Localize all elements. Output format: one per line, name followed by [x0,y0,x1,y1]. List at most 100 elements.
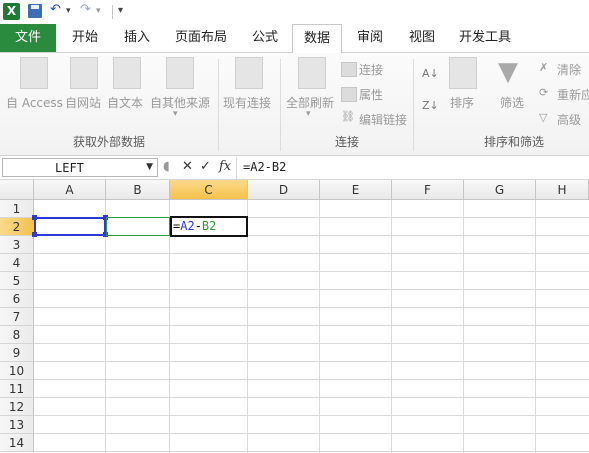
sort-desc-icon[interactable]: Z↓ [422,99,439,112]
column-header-h[interactable]: H [536,180,589,200]
undo-dropdown-icon[interactable]: ▾ [66,6,71,16]
cell-a2-reference-highlight[interactable] [34,217,106,236]
column-header-c[interactable]: C [170,180,248,200]
properties-button[interactable]: 属性 [359,86,383,103]
enter-entry-icon[interactable]: ✓ [200,159,211,174]
cell-b2-reference-highlight[interactable] [106,217,170,236]
from-web-button[interactable]: 自网站 [65,94,101,111]
sort-button[interactable]: 排序 [450,94,474,111]
sort-asc-icon[interactable]: A↓ [422,67,439,80]
select-all-corner[interactable] [0,180,34,200]
edit-links-button[interactable]: 编辑链接 [359,111,407,128]
customize-toolbar-icon[interactable]: ▾ [118,5,123,16]
properties-icon [341,87,357,102]
formula-token: A2 [180,219,195,233]
clear-button[interactable]: 清除 [557,61,581,78]
gridline [34,343,589,344]
column-header-d[interactable]: D [248,180,320,200]
row-header-7[interactable]: 7 [0,308,34,326]
filter-button[interactable]: 筛选 [500,94,524,111]
access-db-icon [20,57,48,89]
row-header-8[interactable]: 8 [0,326,34,344]
row-header-12[interactable]: 12 [0,398,34,416]
ribbon-data: 自 Access 自网站 自文本 自其他来源 ▾ 获取外部数据 现有连接 全部刷… [0,53,589,156]
sort-icon [449,57,477,89]
row-header-5[interactable]: 5 [0,272,34,290]
save-icon[interactable] [28,4,42,18]
group-label-get-external-data: 获取外部数据 [72,135,145,149]
row-header-13[interactable]: 13 [0,416,34,434]
tab-developer[interactable]: 开发工具 [452,24,518,52]
gridline [535,200,536,453]
gridline [34,415,589,416]
existing-connections-icon [235,57,263,89]
cell-c2-formula: =A2-B2 [173,219,216,233]
gridline [34,271,589,272]
name-box-value: LEFT [55,161,84,175]
refresh-dropdown-icon[interactable]: ▾ [306,109,311,119]
redo-icon[interactable]: ↷ [80,2,91,17]
row-header-14[interactable]: 14 [0,434,34,452]
column-header-g[interactable]: G [464,180,536,200]
gridline [34,253,589,254]
tab-home[interactable]: 开始 [60,24,110,52]
connections-icon [341,62,357,77]
row-header-6[interactable]: 6 [0,290,34,308]
toolbar-divider [112,5,113,19]
column-header-b[interactable]: B [106,180,170,200]
row-header-2[interactable]: 2 [0,218,34,236]
formula-bar-divider [236,157,237,179]
gridline [34,397,589,398]
row-header-9[interactable]: 9 [0,344,34,362]
formula-input[interactable]: =A2-B2 [243,160,286,174]
undo-icon[interactable]: ↶ [50,2,61,17]
connections-button[interactable]: 连接 [359,61,383,78]
formula-bar: LEFT ▼ ◖ ✕ ✓ fx =A2-B2 [0,157,589,180]
other-sources-dropdown-icon[interactable]: ▾ [173,109,178,119]
gridline [247,200,248,453]
web-icon [70,57,98,89]
column-header-f[interactable]: F [392,180,464,200]
filter-funnel-icon: ▼ [498,57,518,87]
row-header-11[interactable]: 11 [0,380,34,398]
gridline [34,289,589,290]
formula-token: B2 [201,219,217,233]
excel-logo-icon[interactable]: X [3,3,20,20]
formula-bar-resize-icon[interactable]: ◖ [163,159,170,174]
row-header-10[interactable]: 10 [0,362,34,380]
tab-view[interactable]: 视图 [397,24,447,52]
cancel-entry-icon[interactable]: ✕ [182,159,193,174]
cell-c2-active[interactable]: =A2-B2 [170,216,248,237]
group-label-connections: 连接 [334,135,359,149]
text-file-icon [113,57,141,89]
tab-file[interactable]: 文件 [0,24,56,52]
tab-review[interactable]: 审阅 [345,24,395,52]
row-header-3[interactable]: 3 [0,236,34,254]
tab-page-layout[interactable]: 页面布局 [166,24,236,52]
column-header-e[interactable]: E [320,180,392,200]
gridline [391,200,392,453]
name-box[interactable]: LEFT ▼ [2,158,158,177]
row-header-4[interactable]: 4 [0,254,34,272]
gridline [34,361,589,362]
tab-formulas[interactable]: 公式 [240,24,290,52]
name-box-dropdown-icon[interactable]: ▼ [146,162,153,172]
from-other-sources-button[interactable]: 自其他来源 [150,94,210,111]
existing-connections-button[interactable]: 现有连接 [223,94,271,111]
gridline [34,379,589,380]
tab-data[interactable]: 数据 [292,24,342,53]
reapply-button[interactable]: 重新应 [557,86,589,103]
gridline [319,200,320,453]
row-header-1[interactable]: 1 [0,200,34,218]
advanced-button[interactable]: 高级 [557,111,581,128]
tab-insert[interactable]: 插入 [112,24,162,52]
insert-function-icon[interactable]: fx [219,159,231,174]
from-access-button[interactable]: 自 Access [6,94,63,111]
reference-handle[interactable] [32,215,37,220]
column-header-a[interactable]: A [34,180,106,200]
from-text-button[interactable]: 自文本 [107,94,143,111]
reapply-icon: ⟳ [539,86,549,99]
redo-dropdown-icon[interactable]: ▾ [96,6,101,16]
reference-handle[interactable] [32,232,37,237]
gridline [34,451,589,452]
